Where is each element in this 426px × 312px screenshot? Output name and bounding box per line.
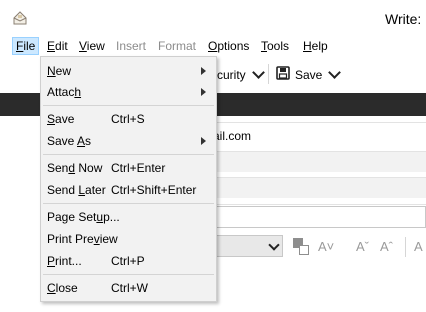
menu-item-send-now-label: Send Now — [47, 161, 102, 175]
file-menu-dropdown: New Attach Save Ctrl+S Save As Send Now … — [40, 56, 217, 302]
menu-edit[interactable]: Edit — [44, 38, 71, 54]
menu-item-save-label: Save — [47, 112, 74, 126]
menu-file[interactable]: File — [12, 37, 40, 55]
menu-edit-rest: dit — [55, 39, 68, 53]
menu-item-attach-pre: Attac — [47, 85, 75, 99]
menu-item-save-as-mnemonic: A — [77, 134, 86, 148]
menu-item-attach-mnemonic: h — [74, 85, 82, 99]
menu-item-new-label: New — [47, 64, 71, 78]
compose-app-icon — [12, 10, 28, 26]
submenu-arrow-icon — [201, 137, 206, 145]
menu-item-page-setup-post: p... — [103, 210, 120, 224]
menu-item-page-setup[interactable]: Page Setup... — [41, 207, 216, 227]
decrease-font-size-icon[interactable]: Aˇ — [356, 239, 369, 254]
header-divider — [200, 122, 426, 123]
menu-item-close-mnemonic: C — [47, 281, 56, 295]
menu-insert-label: Insert — [116, 39, 147, 53]
menu-item-print-preview-pre: Print Pre — [47, 232, 94, 246]
menu-item-page-setup-pre: Page Set — [47, 210, 97, 224]
menu-item-print-preview[interactable]: Print Preview — [41, 229, 216, 249]
menu-item-print[interactable]: Print... Ctrl+P — [41, 251, 216, 271]
menu-help-mnemonic: H — [303, 39, 312, 53]
increase-font-size-icon[interactable]: Aˆ — [380, 239, 393, 254]
menu-options-mnemonic: O — [208, 39, 218, 53]
menu-options[interactable]: Options — [205, 38, 252, 54]
menu-item-send-later-post: ater — [85, 183, 106, 197]
menu-help[interactable]: Help — [300, 38, 331, 54]
menu-item-save-as-pre: Save — [47, 134, 78, 148]
bold-icon[interactable]: A — [414, 239, 423, 254]
menu-format[interactable]: Format — [155, 38, 199, 54]
from-field-value[interactable]: ail.com — [213, 129, 251, 143]
menu-item-save-mnemonic: S — [47, 112, 56, 126]
title-bar — [0, 0, 426, 36]
menu-item-send-later-pre: Send — [47, 183, 79, 197]
menu-view-rest: iew — [86, 39, 105, 53]
menu-view[interactable]: View — [76, 38, 108, 54]
toolbar-separator — [405, 237, 406, 257]
menu-separator — [43, 274, 214, 275]
menu-item-send-later[interactable]: Send Later Ctrl+Shift+Enter — [41, 180, 216, 200]
menu-item-save-as-label: Save As — [47, 134, 91, 148]
window-title: Write: — [385, 11, 422, 27]
menu-item-save-as-post: s — [85, 134, 92, 148]
menu-format-label: Format — [158, 39, 197, 53]
menu-item-page-setup-label: Page Setup... — [47, 210, 120, 224]
menu-insert[interactable]: Insert — [113, 38, 149, 54]
paragraph-format-select[interactable] — [213, 235, 283, 257]
menu-separator — [43, 154, 214, 155]
menu-item-print-preview-post: iew — [99, 232, 118, 246]
menu-item-print-post: rint... — [55, 254, 82, 268]
menu-item-print-label: Print... — [47, 254, 82, 268]
background-color-swatch-icon[interactable] — [299, 245, 309, 255]
save-disk-icon[interactable] — [276, 66, 290, 80]
menu-item-new[interactable]: New — [41, 61, 216, 81]
submenu-arrow-icon — [201, 88, 206, 96]
menu-item-send-later-shortcut: Ctrl+Shift+Enter — [111, 183, 197, 197]
menu-item-save-shortcut: Ctrl+S — [111, 112, 145, 126]
toolbar-separator — [268, 64, 269, 84]
menu-item-attach[interactable]: Attach — [41, 82, 216, 102]
menu-item-print-mnemonic: P — [47, 254, 56, 268]
menu-tools-rest: ools — [267, 39, 290, 53]
menu-separator — [43, 105, 214, 106]
paragraph-select-chevron-icon — [268, 239, 280, 251]
menu-bar: File Edit View Insert Format Options Too… — [0, 36, 426, 56]
security-button-label[interactable]: curity — [217, 68, 246, 82]
subject-field[interactable] — [213, 177, 426, 198]
font-size-menu-icon[interactable]: A˅ — [318, 239, 334, 254]
menu-item-send-now-post: Now — [75, 161, 103, 175]
menu-item-send-now-shortcut: Ctrl+Enter — [111, 161, 166, 175]
submenu-arrow-icon — [201, 67, 206, 75]
menu-item-close-post: lose — [55, 281, 78, 295]
menu-item-save-as[interactable]: Save As — [41, 131, 216, 151]
menu-item-send-now[interactable]: Send Now Ctrl+Enter — [41, 158, 216, 178]
menu-item-print-preview-label: Print Preview — [47, 232, 118, 246]
menu-item-save[interactable]: Save Ctrl+S — [41, 109, 216, 129]
to-field[interactable] — [213, 151, 426, 172]
menu-separator — [43, 203, 214, 204]
menu-tools[interactable]: Tools — [258, 38, 292, 54]
menu-options-rest: ptions — [217, 39, 250, 53]
menu-item-new-mnemonic: N — [47, 64, 56, 78]
save-button-label[interactable]: Save — [295, 68, 322, 82]
menu-edit-mnemonic: E — [47, 39, 56, 53]
menu-item-new-post: ew — [55, 64, 72, 78]
header-divider — [200, 204, 426, 205]
menu-item-close[interactable]: Close Ctrl+W — [41, 278, 216, 298]
menu-item-print-shortcut: Ctrl+P — [111, 254, 145, 268]
menu-item-close-shortcut: Ctrl+W — [111, 281, 148, 295]
menu-help-rest: elp — [311, 39, 328, 53]
menu-file-rest: ile — [23, 39, 36, 53]
menu-item-send-later-label: Send Later — [47, 183, 106, 197]
menu-item-close-label: Close — [47, 281, 78, 295]
subject-input[interactable] — [213, 206, 426, 228]
menu-item-send-now-pre: Sen — [47, 161, 69, 175]
menu-item-save-post: ave — [55, 112, 75, 126]
menu-view-mnemonic: V — [79, 39, 87, 53]
menu-item-attach-label: Attach — [47, 85, 81, 99]
